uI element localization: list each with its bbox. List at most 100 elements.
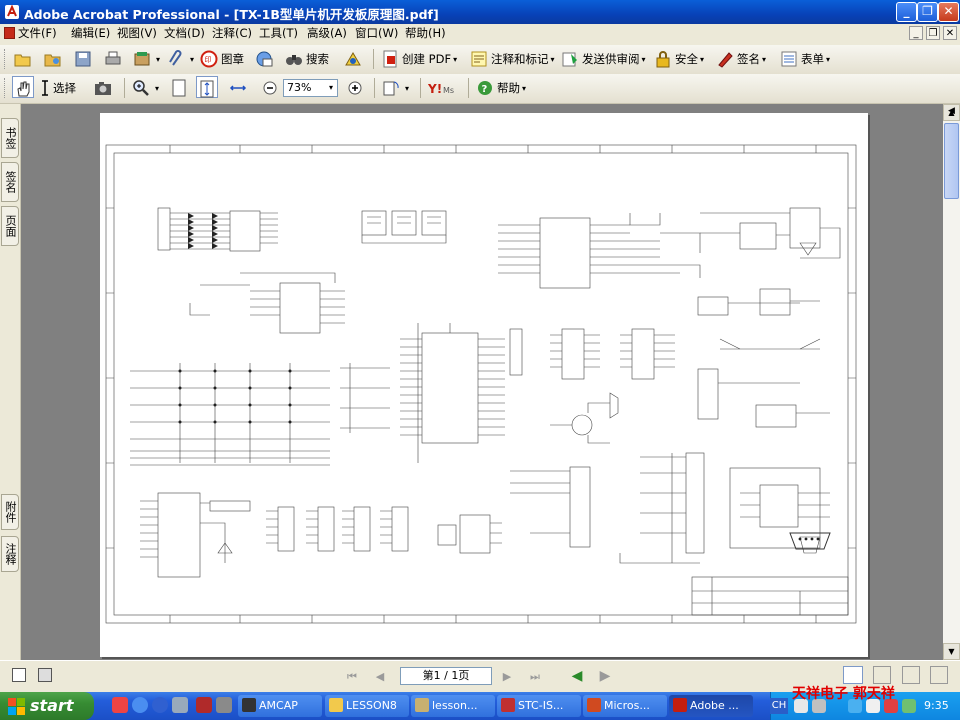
- comment-icon: [471, 51, 487, 67]
- doc-minimize-button[interactable]: _: [909, 26, 923, 40]
- tab-attachments[interactable]: 附件: [1, 494, 19, 530]
- next-page-button[interactable]: ▶: [498, 668, 516, 685]
- zoom-in-button[interactable]: [346, 76, 367, 100]
- stc-isp-icon: [501, 698, 515, 712]
- quicklaunch-app2-icon[interactable]: [216, 697, 232, 713]
- rotate-view-button[interactable]: ▾: [382, 76, 409, 100]
- save-button[interactable]: [74, 47, 95, 71]
- menu-document[interactable]: 文档(D): [164, 24, 205, 44]
- create-from-file-button[interactable]: [44, 47, 65, 71]
- title-bar: Adobe Acrobat Professional - [TX-1B型单片机开…: [0, 0, 960, 24]
- first-page-button[interactable]: ⏮: [343, 668, 361, 685]
- tray-clock[interactable]: 9:35: [924, 699, 949, 712]
- rotate-page-icon: [383, 81, 399, 96]
- menu-view[interactable]: 视图(V): [117, 24, 157, 44]
- acrobat-app-icon: [4, 4, 20, 20]
- powerpoint-icon: [587, 698, 601, 712]
- maximize-button[interactable]: ❐: [917, 2, 938, 22]
- create-pdf-icon: [383, 50, 397, 68]
- task-lesson8-folder[interactable]: LESSON8: [325, 695, 409, 717]
- quicklaunch-desktop-icon[interactable]: [172, 697, 188, 713]
- single-page-layout-button[interactable]: [843, 666, 863, 684]
- search-button[interactable]: 搜索: [285, 47, 329, 71]
- email-button[interactable]: [255, 47, 276, 71]
- fit-page-button[interactable]: [196, 76, 218, 98]
- task-amcap[interactable]: AMCAP: [238, 695, 322, 717]
- menu-tools[interactable]: 工具(T): [259, 24, 298, 44]
- snapshot-button[interactable]: [94, 76, 115, 100]
- comment-markup-button[interactable]: 注释和标记 ▾: [470, 47, 555, 71]
- help-icon: ?: [478, 81, 492, 95]
- next-view-button[interactable]: ▶: [596, 668, 614, 685]
- last-page-button[interactable]: ⏭: [526, 668, 544, 685]
- page-size-icon[interactable]: [12, 668, 26, 682]
- create-pdf-button[interactable]: 创建 PDF ▾: [381, 47, 457, 71]
- menu-comments[interactable]: 注释(C): [212, 24, 252, 44]
- panel-toggle-icon[interactable]: ◀: [944, 106, 959, 120]
- tab-comments[interactable]: 注释: [1, 536, 19, 572]
- actual-size-button[interactable]: [170, 76, 191, 100]
- menu-file[interactable]: 文件(F): [4, 24, 57, 44]
- menu-window[interactable]: 窗口(W): [355, 24, 398, 44]
- select-tool-button[interactable]: 选择: [40, 76, 76, 100]
- continuous-facing-layout-button[interactable]: [930, 666, 948, 684]
- security-button[interactable]: 安全 ▾: [654, 47, 704, 71]
- folder-icon: [44, 54, 61, 67]
- tab-signatures[interactable]: 签名: [1, 162, 19, 202]
- doc-close-button[interactable]: ✕: [943, 26, 957, 40]
- menu-advanced[interactable]: 高级(A): [307, 24, 347, 44]
- lock-icon: [656, 51, 670, 68]
- review-icon: [562, 52, 577, 67]
- fit-width-icon: [229, 85, 247, 91]
- quicklaunch-acrobat-icon[interactable]: [112, 697, 128, 713]
- fit-width-button[interactable]: [229, 76, 250, 100]
- separator: [420, 78, 421, 98]
- separator: [468, 78, 469, 98]
- continuous-layout-button[interactable]: [873, 666, 891, 684]
- help-button[interactable]: ? 帮助 ▾: [476, 76, 526, 100]
- open-button[interactable]: [14, 47, 35, 71]
- menu-help[interactable]: 帮助(H): [405, 24, 446, 44]
- close-button[interactable]: ✕: [938, 2, 959, 22]
- doc-restore-button[interactable]: ❐: [926, 26, 940, 40]
- send-review-button[interactable]: 发送供审阅 ▾: [561, 47, 646, 71]
- tab-pages[interactable]: 页面: [1, 206, 19, 246]
- previous-page-button[interactable]: ◀: [371, 668, 389, 685]
- sign-button[interactable]: 签名 ▾: [716, 47, 766, 71]
- task-stc-isp[interactable]: STC-IS...: [497, 695, 581, 717]
- yahoo-button[interactable]: Y! Ms: [428, 76, 463, 100]
- quicklaunch-ie-icon[interactable]: [152, 697, 168, 713]
- language-indicator[interactable]: CH: [770, 698, 788, 714]
- page-number-input[interactable]: 第1 / 1页: [400, 667, 492, 685]
- reader-icon: [345, 52, 361, 66]
- facing-layout-button[interactable]: [902, 666, 920, 684]
- page-view-icon[interactable]: [38, 668, 52, 682]
- tray-usb-icon[interactable]: [902, 699, 916, 713]
- pdf-page[interactable]: [100, 113, 868, 657]
- fit-page-icon: [200, 80, 214, 98]
- task-lesson[interactable]: lesson...: [411, 695, 495, 717]
- zoom-out-button[interactable]: [261, 76, 282, 100]
- zoom-in-tool-button[interactable]: ▾: [132, 76, 159, 100]
- quicklaunch-messenger-icon[interactable]: [132, 697, 148, 713]
- hand-tool-button[interactable]: [12, 76, 34, 98]
- scroll-thumb[interactable]: [944, 123, 959, 199]
- minimize-button[interactable]: _: [896, 2, 917, 22]
- task-microsoft[interactable]: Micros...: [583, 695, 667, 717]
- print-button[interactable]: [104, 47, 125, 71]
- scroll-down-arrow[interactable]: ▼: [943, 643, 960, 660]
- svg-text:印: 印: [205, 56, 212, 64]
- organizer-button[interactable]: ▾: [133, 47, 160, 71]
- separator: [373, 49, 374, 69]
- read-out-loud-button[interactable]: [344, 47, 365, 71]
- task-adobe[interactable]: Adobe ...: [669, 695, 753, 717]
- zoom-dropdown-icon[interactable]: ▾: [329, 79, 333, 97]
- forms-button[interactable]: 表单 ▾: [780, 47, 830, 71]
- stamp-button[interactable]: 印图章: [200, 47, 244, 71]
- start-button[interactable]: start: [0, 692, 94, 720]
- menu-edit[interactable]: 编辑(E): [71, 24, 110, 44]
- attach-button[interactable]: ▾: [167, 47, 194, 71]
- quicklaunch-app-icon[interactable]: [196, 697, 212, 713]
- previous-view-button[interactable]: ◀: [568, 668, 586, 685]
- tab-bookmarks[interactable]: 书签: [1, 118, 19, 158]
